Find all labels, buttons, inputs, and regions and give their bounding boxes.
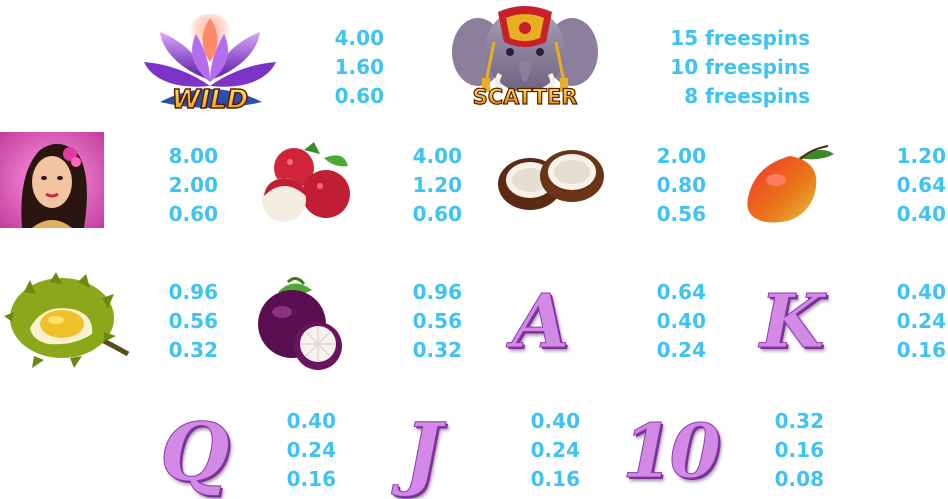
- pay-value: 0.96: [168, 280, 218, 304]
- pay-value: 2.00: [656, 144, 706, 168]
- pay-value: 0.16: [896, 338, 946, 362]
- pay-value: 1.20: [896, 144, 946, 168]
- coconut-paytable: 2.00 0.80 0.56: [640, 142, 706, 229]
- letter-a-symbol: A: [511, 279, 570, 365]
- mangosteen-paytable: 0.96 0.56 0.32: [396, 278, 462, 365]
- pay-value: 0.32: [412, 338, 462, 362]
- pay-value: 0.80: [656, 173, 706, 197]
- pay-value: 0.40: [286, 409, 336, 433]
- pay-value: 0.16: [530, 467, 580, 491]
- pay-value: 0.60: [412, 202, 462, 226]
- lychee-icon: [262, 142, 350, 222]
- lotus-icon: WILD: [144, 14, 276, 116]
- pay-value: 0.40: [896, 202, 946, 226]
- pay-value: 0.64: [656, 280, 706, 304]
- elephant-icon: SCATTER: [452, 6, 598, 110]
- pay-value: 0.40: [530, 409, 580, 433]
- mangosteen-icon: [258, 277, 342, 370]
- pay-value: 0.24: [286, 438, 336, 462]
- pay-value: 0.40: [656, 309, 706, 333]
- j-paytable: 0.40 0.24 0.16: [516, 407, 580, 494]
- pay-value: 4.00: [334, 26, 384, 50]
- a-paytable: 0.64 0.40 0.24: [640, 278, 706, 365]
- scatter-paytable: 15 freespins 10 freespins 8 freespins: [640, 24, 810, 111]
- pay-value: 0.16: [286, 467, 336, 491]
- wild-symbol: WILD: [140, 10, 280, 122]
- pay-value: 0.32: [774, 409, 824, 433]
- pay-value: 15 freespins: [670, 26, 810, 50]
- pay-value: 8 freespins: [684, 84, 810, 108]
- pay-value: 0.64: [896, 173, 946, 197]
- mangosteen-symbol: [248, 274, 348, 372]
- portrait-icon: [0, 132, 104, 228]
- ten-paytable: 0.32 0.16 0.08: [760, 407, 824, 494]
- scatter-label: SCATTER: [473, 85, 578, 109]
- wild-paytable: 4.00 1.60 0.60: [320, 24, 384, 111]
- scatter-symbol: SCATTER: [450, 2, 600, 126]
- lychee-paytable: 4.00 1.20 0.60: [396, 142, 462, 229]
- pay-value: 0.16: [774, 438, 824, 462]
- pay-value: 0.56: [412, 309, 462, 333]
- coconut-symbol: [496, 144, 606, 214]
- durian-paytable: 0.96 0.56 0.32: [150, 278, 218, 365]
- mango-symbol: [742, 142, 842, 228]
- lychee-symbol: [254, 140, 354, 232]
- pay-value: 2.00: [168, 173, 218, 197]
- pay-value: 1.20: [412, 173, 462, 197]
- pay-value: 0.60: [168, 202, 218, 226]
- pay-value: 0.60: [334, 84, 384, 108]
- pay-value: 0.56: [168, 309, 218, 333]
- pay-value: 0.56: [656, 202, 706, 226]
- pay-value: 0.24: [530, 438, 580, 462]
- number-10-symbol: 10: [622, 409, 722, 495]
- pay-value: 0.24: [656, 338, 706, 362]
- pay-value: 10 freespins: [670, 55, 810, 79]
- letter-q-symbol: Q: [160, 405, 231, 499]
- letter-j-symbol: J: [404, 405, 443, 499]
- pay-value: 4.00: [412, 144, 462, 168]
- pay-value: 0.32: [168, 338, 218, 362]
- wild-label: WILD: [172, 85, 249, 115]
- woman-symbol: [0, 132, 104, 228]
- q-paytable: 0.40 0.24 0.16: [272, 407, 336, 494]
- durian-symbol: [4, 272, 130, 368]
- pay-value: 8.00: [168, 144, 218, 168]
- pay-value: 0.08: [774, 467, 824, 491]
- pay-value: 0.96: [412, 280, 462, 304]
- mango-paytable: 1.20 0.64 0.40: [880, 142, 946, 229]
- letter-k-symbol: K: [759, 279, 825, 365]
- mango-icon: [747, 145, 834, 223]
- coconut-icon: [498, 150, 604, 210]
- pay-value: 1.60: [334, 55, 384, 79]
- woman-paytable: 8.00 2.00 0.60: [150, 142, 218, 229]
- durian-icon: [4, 272, 130, 368]
- pay-value: 0.40: [896, 280, 946, 304]
- pay-value: 0.24: [896, 309, 946, 333]
- k-paytable: 0.40 0.24 0.16: [880, 278, 946, 365]
